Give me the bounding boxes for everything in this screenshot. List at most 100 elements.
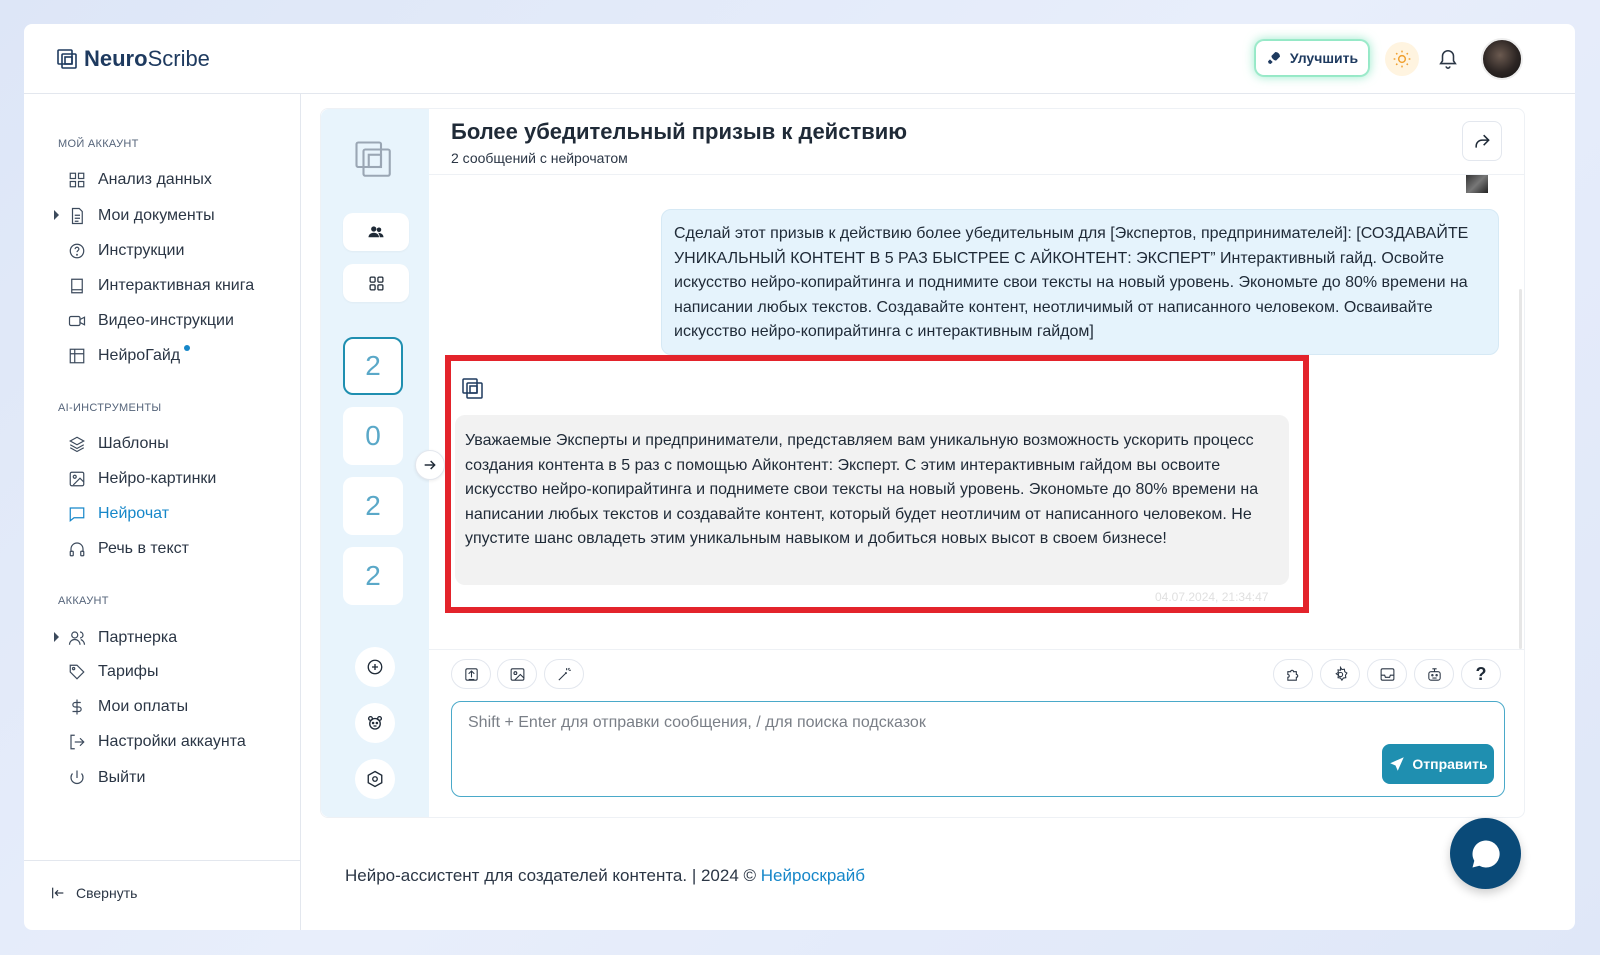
plus-circle-icon (367, 659, 383, 675)
expand-caret-icon[interactable] (54, 210, 59, 220)
users-icon (368, 226, 384, 238)
sidebar-item-instructions[interactable]: Инструкции (68, 239, 184, 263)
sidebar-item-neuroguide[interactable]: НейроГайд (68, 344, 198, 368)
sidebar-item-tariffs[interactable]: Тарифы (68, 660, 158, 684)
rail-users-button[interactable] (343, 213, 409, 251)
grid-icon (69, 172, 85, 188)
sidebar-item-label: Видео-инструкции (98, 312, 234, 329)
help-button[interactable]: ? (1461, 659, 1501, 689)
sidebar-item-label: НейроГайд (98, 347, 181, 364)
send-button[interactable]: Отправить (1382, 744, 1494, 784)
support-chat-button[interactable] (1450, 818, 1521, 889)
sidebar-item-label: Инструкции (98, 242, 185, 259)
message-input-box: Отправить (451, 701, 1505, 797)
top-header: NeuroScribe Улучшить (24, 24, 1575, 94)
arrow-right-icon (424, 460, 436, 470)
user-avatar[interactable] (1481, 38, 1523, 80)
layers-icon (69, 436, 85, 453)
help-circle-icon (69, 243, 85, 259)
chat-settings-button[interactable] (1320, 659, 1360, 689)
attach-image-button[interactable] (497, 659, 537, 689)
gear-icon (1334, 665, 1348, 681)
tag-icon (69, 664, 85, 680)
bear-face-icon (367, 715, 383, 730)
bot-message: Уважаемые Эксперты и предприниматели, пр… (455, 415, 1289, 585)
section-title-account-settings: АККАУНТ (58, 595, 109, 607)
sidebar-item-label: Выйти (98, 769, 146, 786)
footer-link[interactable]: Нейроскрайб (761, 866, 865, 885)
chat-scrollbar[interactable] (1519, 289, 1522, 649)
bot-select-button[interactable] (1414, 659, 1454, 689)
bot-logo-icon (461, 377, 485, 406)
magic-wand-button[interactable] (544, 659, 584, 689)
chat-rail: 2 0 2 2 (321, 109, 429, 817)
section-title-ai-tools: AI-ИНСТРУМЕНТЫ (58, 402, 162, 414)
plugins-button[interactable] (1273, 659, 1313, 689)
chat-counter-card[interactable]: 2 (343, 547, 403, 605)
brand-logo[interactable]: NeuroScribe (56, 46, 210, 72)
bot-avatar-button[interactable] (355, 703, 395, 743)
logout-arrow-icon (70, 734, 85, 750)
upload-icon (464, 667, 478, 681)
sidebar-item-logout[interactable]: Выйти (68, 766, 145, 790)
book-icon (71, 278, 83, 294)
sidebar-item-label: Мои оплаты (98, 698, 189, 715)
chat-counter-card[interactable]: 0 (343, 407, 403, 465)
users-icon (68, 631, 86, 645)
user-message-avatar (1466, 175, 1488, 193)
sidebar-footer: Свернуть (24, 860, 301, 930)
rail-grid-button[interactable] (343, 264, 409, 302)
notifications-button[interactable] (1435, 46, 1461, 72)
expand-chat-button[interactable] (415, 450, 445, 480)
puzzle-icon (1286, 669, 1298, 681)
upgrade-button[interactable]: Улучшить (1256, 41, 1368, 75)
chat-counter-card[interactable]: 2 (343, 337, 403, 395)
share-button[interactable] (1462, 121, 1502, 161)
bell-icon (1439, 50, 1457, 69)
message-input[interactable] (468, 714, 1368, 754)
inbox-button[interactable] (1367, 659, 1407, 689)
document-icon (71, 207, 83, 225)
collapse-sidebar-button[interactable]: Свернуть (50, 885, 137, 901)
new-chat-button[interactable] (355, 647, 395, 687)
chat-icon (69, 507, 85, 522)
sidebar-item-partners[interactable]: Партнерка (54, 626, 177, 650)
upload-file-button[interactable] (451, 659, 491, 689)
sidebar-item-neurochat[interactable]: Нейрочат (68, 502, 169, 526)
rail-settings-button[interactable] (355, 759, 395, 799)
chat-panel: 2 0 2 2 Более убедительный призыв к дейс… (320, 108, 1525, 818)
sidebar-item-data-analysis[interactable]: Анализ данных (68, 168, 212, 192)
theme-toggle-button[interactable] (1385, 42, 1419, 76)
chat-subtitle: 2 сообщений с нейрочатом (451, 150, 628, 166)
image-icon (69, 471, 85, 487)
grid-icon (368, 275, 384, 291)
sidebar-item-account-settings[interactable]: Настройки аккаунта (68, 730, 246, 754)
collapse-left-icon (52, 887, 64, 899)
sidebar-item-label: Нейро-картинки (98, 470, 217, 487)
expand-caret-icon[interactable] (54, 632, 59, 642)
sidebar-item-video-instructions[interactable]: Видео-инструкции (68, 309, 234, 333)
hexagon-settings-icon (367, 770, 383, 788)
sidebar-item-payments[interactable]: Мои оплаты (68, 695, 188, 719)
user-message: Сделай этот призыв к действию более убед… (661, 209, 1499, 355)
app-window: NeuroScribe Улучшить МОЙ АККАУНТ Анализ … (24, 24, 1575, 930)
footer-text: Нейро-ассистент для создателей контента.… (345, 866, 865, 886)
table-icon (69, 348, 85, 364)
chat-bubble-icon (1471, 839, 1500, 867)
sidebar: МОЙ АККАУНТ Анализ данных Мои документы … (24, 94, 301, 930)
chat-counter-card[interactable]: 2 (343, 477, 403, 535)
sidebar-item-interactive-book[interactable]: Интерактивная книга (68, 274, 254, 298)
brand-name: NeuroScribe (84, 46, 210, 71)
sidebar-item-templates[interactable]: Шаблоны (68, 432, 169, 456)
sidebar-item-neuro-images[interactable]: Нейро-картинки (68, 467, 216, 491)
sidebar-item-speech-to-text[interactable]: Речь в текст (68, 537, 189, 561)
composer-divider (429, 649, 1524, 650)
chat-header: Более убедительный призыв к действию 2 с… (429, 109, 1524, 175)
section-title-account: МОЙ АККАУНТ (58, 138, 139, 150)
send-icon (1390, 757, 1405, 771)
sidebar-item-label: Нейрочат (98, 505, 170, 522)
inbox-icon (1380, 667, 1394, 681)
new-indicator-dot (184, 345, 191, 351)
sidebar-item-my-documents[interactable]: Мои документы (54, 204, 215, 228)
video-icon (68, 315, 86, 327)
